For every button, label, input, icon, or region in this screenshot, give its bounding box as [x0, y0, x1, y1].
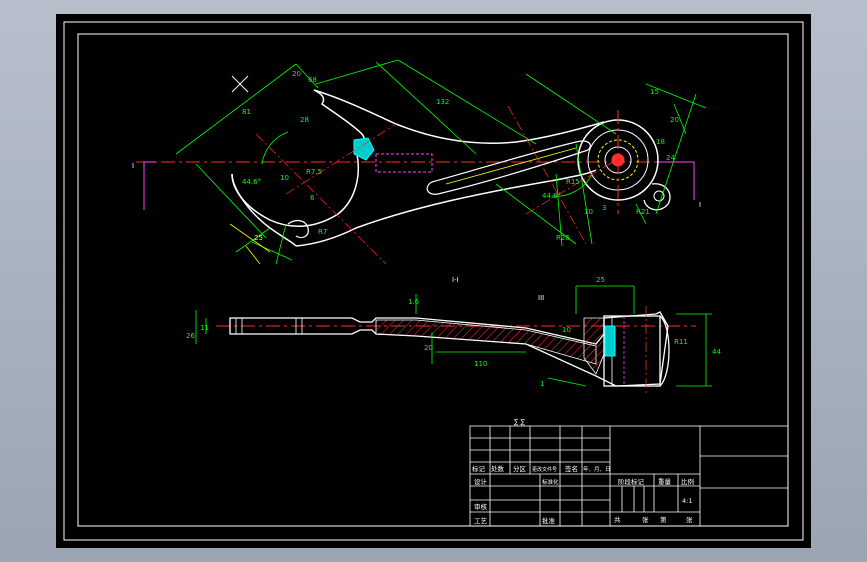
dim-20: 20	[292, 70, 301, 78]
dim-10: 10	[280, 174, 289, 182]
hub-tab-hole	[653, 190, 665, 202]
tb-sign: 签名	[565, 464, 578, 473]
dim-11-side: 11	[200, 324, 209, 332]
dim-1-side: 1	[540, 380, 544, 388]
dim-r21: R21	[636, 208, 650, 216]
hidden-slot	[375, 153, 433, 173]
cad-application-window: I I 68 81 20 28 132 44.6° 10 R7.5 6 25 R…	[0, 0, 867, 562]
dim-angle-44-6b: 44.6°	[542, 192, 561, 200]
tb-scale-value: 4:1	[682, 497, 692, 505]
section-line-right	[656, 161, 695, 200]
view-label-iii: III	[538, 294, 544, 302]
tb-top-mark: ∑ ∑	[514, 418, 525, 426]
tb-zone: 分区	[513, 464, 527, 473]
hub-section-hatch	[583, 317, 605, 375]
dim-25-side: 25	[596, 276, 605, 284]
dim-25: 25	[254, 234, 263, 242]
drawing-viewport[interactable]: I I 68 81 20 28 132 44.6° 10 R7.5 6 25 R…	[56, 14, 811, 548]
jaw-curve	[231, 149, 359, 227]
dim-28: 28	[300, 116, 309, 124]
dim-110: 110	[474, 360, 487, 368]
ucs-marker	[231, 75, 249, 93]
rib-slot	[426, 140, 591, 195]
inner-border	[77, 33, 789, 527]
tb-date: 年、月、日	[583, 465, 611, 473]
dim-r26: R26	[556, 234, 570, 242]
dim-26-side: 26	[186, 332, 195, 340]
dim-20-side: 20	[424, 344, 433, 352]
tb-mark: 标记	[472, 464, 486, 473]
dim-10-side: 10	[562, 326, 571, 334]
title-block	[469, 425, 789, 527]
tb-sheet: 张	[686, 515, 693, 524]
dim-18: 18	[656, 138, 665, 146]
tb-design: 设计	[474, 477, 488, 486]
dim-24: 24	[666, 154, 675, 162]
dim-r11: R11	[674, 338, 688, 346]
dim-r15: R15	[566, 178, 580, 186]
dim-68: 68	[308, 76, 317, 84]
tb-sheet-no: 第	[660, 515, 667, 524]
jaw-notch	[287, 219, 309, 239]
title-block-labels: ∑ ∑ 标记 处数 分区 更改文件号 签名 年、月、日 设计 标准化 阶段标记 …	[472, 418, 694, 525]
view-label-i-i: I-I	[452, 276, 459, 284]
section-mark-left: I	[132, 162, 134, 170]
top-view: I I 68 81 20 28 132 44.6° 10 R7.5 6 25 R…	[132, 59, 707, 302]
dim-10b: 10	[584, 208, 593, 216]
tb-total: 共	[614, 515, 621, 524]
tb-standard: 标准化	[542, 478, 559, 486]
dim-132: 132	[436, 98, 449, 106]
dim-r7-5: R7.5	[306, 168, 322, 176]
tb-sheets: 张	[642, 515, 649, 524]
dim-angle-44-6: 44.6°	[242, 178, 261, 186]
dim-1-6: 1.6	[408, 298, 420, 306]
hub-key	[604, 325, 616, 357]
outer-border	[63, 21, 804, 541]
section-line-left	[143, 161, 156, 210]
tb-process: 工艺	[474, 517, 488, 525]
technical-drawing: I I 68 81 20 28 132 44.6° 10 R7.5 6 25 R…	[63, 21, 804, 541]
tb-weight: 重量	[658, 478, 672, 486]
tb-approve: 批准	[542, 516, 556, 525]
tb-count: 处数	[491, 464, 505, 473]
dim-3: 3	[602, 204, 606, 212]
dim-20b: 20	[670, 116, 679, 124]
tb-docno: 更改文件号	[532, 466, 557, 473]
dim-6: 6	[310, 194, 315, 202]
lever-outline-upper	[313, 89, 605, 144]
tb-scale: 比例	[681, 477, 694, 486]
side-view: 26 11 1.6 110 25 44 R11 20 10 1	[186, 276, 721, 394]
tb-stage: 阶段标记	[618, 477, 645, 486]
jaw-detail-dimension	[229, 223, 271, 265]
dim-44: 44	[712, 348, 721, 356]
dim-r7: R7	[318, 228, 327, 236]
tb-check: 审核	[474, 502, 488, 511]
dim-81: 81	[242, 108, 251, 116]
section-mark-right: I	[699, 201, 701, 209]
dim-15: 15	[650, 88, 659, 96]
